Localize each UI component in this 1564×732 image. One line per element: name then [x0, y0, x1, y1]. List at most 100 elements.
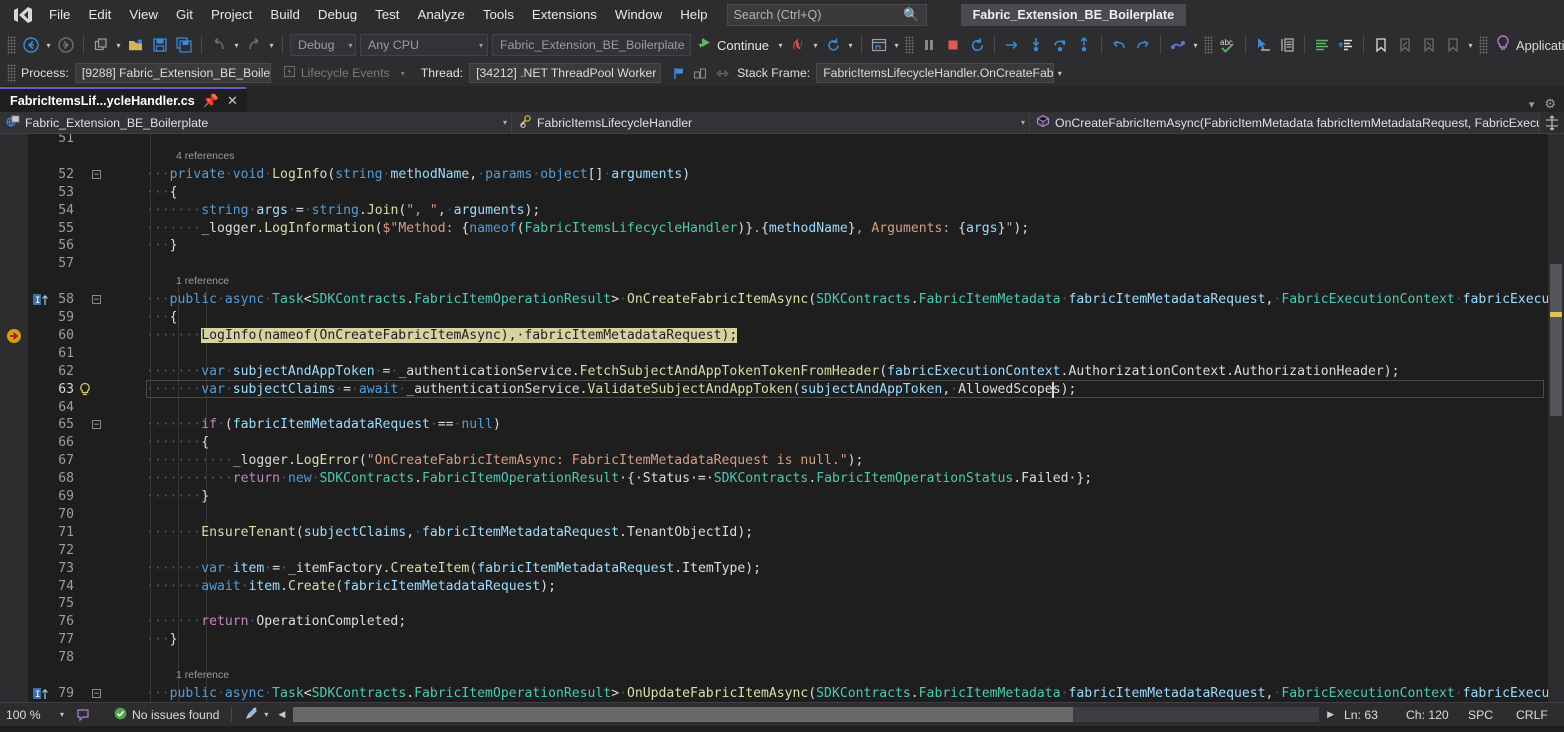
restart-dropdown[interactable]: ▾ — [845, 33, 856, 57]
vertical-scrollbar-thumb[interactable] — [1550, 264, 1562, 416]
threads-window-icon[interactable] — [689, 62, 711, 84]
bookmark-icon[interactable] — [1369, 33, 1393, 57]
error-summary[interactable]: No issues found — [96, 703, 225, 727]
outlining-collapse-toggle[interactable]: − — [92, 295, 101, 304]
code-line[interactable]: ···private·void·LogInfo(string·methodNam… — [146, 166, 690, 184]
step-out-icon[interactable] — [1072, 33, 1096, 57]
menu-window[interactable]: Window — [606, 0, 671, 30]
navbar-project-combo[interactable]: Fabric_Extension_BE_Boilerplate ▾ — [0, 112, 512, 133]
stop-icon[interactable] — [941, 33, 965, 57]
codelens-reference-count[interactable]: 1 reference — [176, 273, 229, 291]
next-bookmark-icon[interactable] — [1417, 33, 1441, 57]
process-combo[interactable]: [9288] Fabric_Extension_BE_Boilerp ▾ — [75, 63, 271, 83]
gear-icon[interactable]: ⚙ — [1544, 96, 1556, 112]
navbar-type-combo[interactable]: FabricItemsLifecycleHandler ▾ — [512, 112, 1030, 133]
navigate-back-icon[interactable] — [19, 33, 43, 57]
menu-build[interactable]: Build — [261, 0, 309, 30]
save-all-icon[interactable] — [172, 33, 196, 57]
intellicode-icon[interactable] — [1166, 33, 1190, 57]
flag-icon[interactable] — [667, 62, 689, 84]
code-line[interactable]: ·······} — [146, 488, 209, 506]
menu-edit[interactable]: Edit — [79, 0, 120, 30]
code-editor[interactable]: 514 references52−···private·void·LogInfo… — [0, 134, 1564, 702]
breakpoint-indicator[interactable]: I — [32, 293, 50, 307]
stack-frame-combo[interactable]: FabricItemsLifecycleHandler.OnCreateFab … — [816, 63, 1054, 83]
pin-icon[interactable]: 📌 — [203, 93, 219, 109]
pointer-select-icon[interactable] — [1251, 33, 1275, 57]
code-line[interactable]: ·······if·(fabricItemMetadataRequest·==·… — [146, 416, 501, 434]
toolbar-grip[interactable] — [1204, 36, 1213, 54]
navbar-member-combo[interactable]: OnCreateFabricItemAsync(FabricItemMetada… — [1030, 112, 1540, 133]
show-next-statement-icon[interactable] — [1000, 33, 1024, 57]
undo-icon[interactable] — [207, 33, 231, 57]
redo-dropdown[interactable]: ▾ — [266, 33, 277, 57]
code-line[interactable]: ·······return·OperationCompleted; — [146, 613, 406, 631]
menu-file[interactable]: File — [40, 0, 79, 30]
intellicode-dropdown[interactable]: ▾ — [1190, 33, 1201, 57]
menu-debug[interactable]: Debug — [309, 0, 366, 30]
layout-icon[interactable] — [1275, 33, 1299, 57]
chevron-down-icon[interactable]: ▾ — [1529, 98, 1535, 111]
breakpoint-indicator[interactable]: I — [32, 687, 50, 701]
step-over-icon[interactable] — [1048, 33, 1072, 57]
eol-indicator[interactable]: CRLF — [1510, 703, 1564, 727]
attach-dropdown[interactable]: ▾ — [891, 33, 902, 57]
menu-test[interactable]: Test — [366, 0, 408, 30]
continue-button[interactable]: Continue — [693, 33, 775, 57]
horizontal-scrollbar-thumb[interactable] — [293, 707, 1073, 722]
outlining-collapse-toggle[interactable]: − — [92, 170, 101, 179]
menu-project[interactable]: Project — [202, 0, 261, 30]
search-input[interactable]: Search (Ctrl+Q) 🔍 — [727, 4, 927, 26]
previous-bookmark-icon[interactable] — [1393, 33, 1417, 57]
toolbar-grip[interactable] — [905, 36, 914, 54]
menu-git[interactable]: Git — [167, 0, 202, 30]
code-line[interactable]: ···{ — [146, 309, 178, 327]
menu-extensions[interactable]: Extensions — [523, 0, 606, 30]
tab-fabricitemslifecyclehandler[interactable]: FabricItemsLif...ycleHandler.cs 📌 ✕ — [0, 87, 246, 112]
code-line[interactable]: ·······EnsureTenant(subjectClaims,·fabri… — [146, 524, 753, 542]
toolbar-grip[interactable] — [7, 36, 16, 54]
spell-check-icon[interactable]: abc — [1216, 33, 1240, 57]
attach-to-process-icon[interactable] — [867, 33, 891, 57]
undo-dropdown[interactable]: ▾ — [231, 33, 242, 57]
split-window-icon[interactable] — [1540, 112, 1564, 133]
comment-icon[interactable] — [1310, 33, 1334, 57]
pause-icon[interactable] — [917, 33, 941, 57]
code-line[interactable]: ·······{ — [146, 434, 209, 452]
menu-help[interactable]: Help — [671, 0, 716, 30]
save-icon[interactable] — [148, 33, 172, 57]
zoom-control[interactable]: 100 % ▾ — [0, 703, 70, 727]
outlining-collapse-toggle[interactable]: − — [92, 689, 101, 698]
code-cleanup-button[interactable]: ▾ — [238, 703, 274, 727]
debugbar-grip[interactable] — [7, 64, 16, 82]
menu-analyze[interactable]: Analyze — [409, 0, 474, 30]
lifecycle-events-combo[interactable]: Lifecycle Events ▾ — [281, 65, 411, 81]
horizontal-scrollbar[interactable] — [293, 707, 1319, 722]
redo-icon[interactable] — [242, 33, 266, 57]
continue-dropdown[interactable]: ▾ — [775, 33, 786, 57]
new-project-dropdown[interactable]: ▾ — [113, 33, 124, 57]
scroll-left-icon[interactable]: ◀ — [274, 709, 289, 720]
startup-project-combo[interactable]: Fabric_Extension_BE_Boilerplate ▾ — [492, 34, 691, 56]
restart-icon[interactable] — [821, 33, 845, 57]
toolbar-grip[interactable] — [1479, 36, 1488, 54]
vertical-scrollbar[interactable] — [1548, 134, 1564, 702]
code-line-current-statement[interactable]: ·······LogInfo(nameof(OnCreateFabricItem… — [146, 327, 737, 345]
code-line[interactable]: ·······string·args·=·string.Join(", ",·a… — [146, 202, 540, 220]
solution-configuration-combo[interactable]: Debug ▾ — [290, 34, 356, 56]
code-line[interactable]: ···public·async·Task<SDKContracts.Fabric… — [146, 685, 1548, 702]
clear-bookmarks-icon[interactable] — [1441, 33, 1465, 57]
code-text-view[interactable]: 514 references52−···private·void·LogInfo… — [28, 134, 1548, 702]
new-project-icon[interactable] — [89, 33, 113, 57]
navigate-forward-icon[interactable] — [54, 33, 78, 57]
code-line[interactable]: ···{ — [146, 184, 178, 202]
code-line[interactable]: ···········return·new·SDKContracts.Fabri… — [146, 470, 1092, 488]
navigate-back-dropdown[interactable]: ▾ — [43, 33, 54, 57]
step-forward-icon[interactable] — [1131, 33, 1155, 57]
quick-actions-lightbulb-icon[interactable] — [78, 382, 92, 403]
solution-platform-combo[interactable]: Any CPU ▾ — [360, 34, 488, 56]
spaces-indicator[interactable]: SPC — [1462, 703, 1510, 727]
close-icon[interactable]: ✕ — [227, 93, 238, 109]
code-line[interactable]: ···} — [146, 631, 178, 649]
code-line[interactable]: ·······await·item.Create(fabricItemMetad… — [146, 578, 556, 596]
